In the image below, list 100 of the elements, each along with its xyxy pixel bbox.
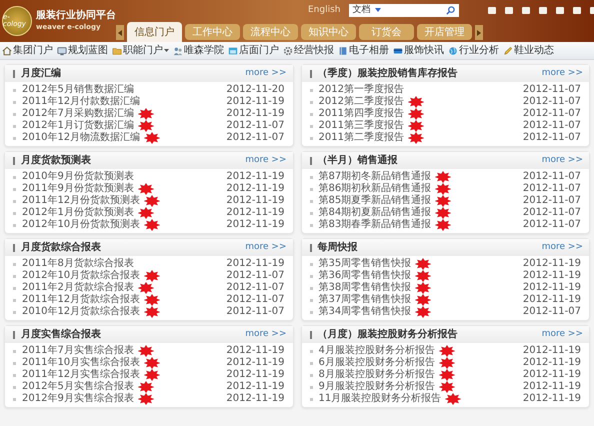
- item-link[interactable]: 2012第二季度报告: [318, 97, 404, 107]
- item-date: 2012-11-19: [226, 97, 284, 107]
- item-link[interactable]: 2011年12月货款综合报表: [22, 295, 140, 305]
- item-link[interactable]: 4月服装控股财务分析报告: [318, 346, 435, 356]
- panel-title: （季度）服装控股销售库存报告: [318, 68, 458, 78]
- item-link[interactable]: 第34周零售销售快报: [318, 307, 412, 317]
- item-link[interactable]: 2012年5月实售综合报表: [22, 382, 134, 392]
- item-link[interactable]: 8月服装控股财务分析报告: [318, 370, 435, 380]
- item-link[interactable]: 2011年12月付款数据汇编: [22, 97, 140, 107]
- item-link[interactable]: 第37周零售销售快报: [318, 295, 412, 305]
- item-link[interactable]: 2010年12月货款综合报表: [22, 307, 140, 317]
- item-link[interactable]: 2011第四季度报告: [318, 109, 404, 119]
- item-link[interactable]: 2011第二季度报告: [318, 133, 404, 143]
- bullet-icon: [13, 212, 16, 214]
- item-link[interactable]: 6月服装控股财务分析报告: [318, 358, 435, 368]
- item-link[interactable]: 第35周零售销售快报: [318, 259, 412, 269]
- item-link[interactable]: 9月服装控股财务分析报告: [318, 382, 435, 392]
- item-link[interactable]: 11月服装控股财务分析报告: [318, 394, 442, 404]
- portal-link[interactable]: 唯森学院: [184, 46, 224, 56]
- bullet-icon: [310, 188, 312, 190]
- main-tab[interactable]: 信息门户: [127, 22, 182, 42]
- more-link[interactable]: more >>: [542, 330, 583, 339]
- panel-title: 月度货款综合报表: [21, 242, 101, 252]
- scroll-left-button[interactable]: [116, 25, 124, 40]
- portal-link[interactable]: 行业分析: [459, 46, 499, 56]
- more-link[interactable]: more >>: [542, 243, 583, 252]
- more-link[interactable]: more >>: [542, 69, 583, 78]
- item-date: 2012-11-19: [522, 283, 581, 293]
- item-link[interactable]: 第86期初秋新品销售通报: [318, 184, 432, 194]
- bullet-icon: [310, 286, 312, 290]
- portal-link[interactable]: 集团门户: [13, 46, 53, 56]
- item-link[interactable]: 2010年12月物流数据汇编: [22, 133, 140, 143]
- item-date: 2012-11-07: [522, 85, 581, 95]
- portal-link[interactable]: 电子相册: [349, 46, 389, 56]
- new-burst-icon: [415, 258, 432, 270]
- item-link[interactable]: 2011年12月实售综合报表: [22, 370, 140, 380]
- book-icon: [338, 46, 348, 56]
- bullet-icon: [13, 286, 16, 290]
- portal-link[interactable]: 鞋业动态: [514, 46, 554, 56]
- item-link[interactable]: 第84期初夏新品销售通报: [318, 208, 432, 218]
- portal-link[interactable]: 职能门户: [123, 46, 163, 56]
- item-date: 2012-11-19: [226, 394, 284, 404]
- new-burst-icon: [415, 306, 432, 318]
- bullet-icon: [310, 362, 312, 364]
- item-link[interactable]: 2010年9月份货款预测表: [22, 172, 134, 182]
- bullet-icon: [310, 224, 312, 226]
- bullet-icon: [13, 188, 16, 190]
- item-link[interactable]: 2012年1月订货数据汇编: [22, 121, 134, 131]
- more-link[interactable]: more >>: [245, 330, 286, 339]
- new-burst-icon: [138, 381, 154, 393]
- bullet-icon: [13, 350, 16, 352]
- item-link[interactable]: 2012年7月采购数据汇编: [22, 109, 134, 119]
- item-date: 2012-11-07: [522, 184, 581, 194]
- bullet-icon: [13, 362, 16, 364]
- new-burst-icon: [435, 207, 452, 219]
- item-link[interactable]: 第87期初冬新品销售通报: [318, 172, 432, 182]
- new-burst-icon: [138, 120, 154, 132]
- item-link[interactable]: 2011年2月货款综合报表: [22, 283, 134, 293]
- item-link[interactable]: 2012年5月销售数据汇编: [22, 85, 134, 95]
- item-link[interactable]: 第85期夏季新品销售通报: [318, 196, 432, 206]
- more-link[interactable]: more >>: [245, 243, 286, 252]
- item-link[interactable]: 第38周零售销售快报: [318, 283, 412, 293]
- item-link[interactable]: 2012年9月实售综合报表: [22, 394, 134, 404]
- new-burst-icon: [138, 282, 154, 294]
- item-link[interactable]: 2011年7月实售综合报表: [22, 346, 134, 356]
- item-link[interactable]: 2012年10月货款综合报表: [22, 271, 140, 281]
- new-burst-icon: [144, 294, 160, 306]
- item-link[interactable]: 2012年10月份货款预测表: [22, 220, 140, 230]
- bullet-icon: [310, 350, 312, 352]
- item-link[interactable]: 2011年12月份货款预测表: [22, 196, 140, 206]
- more-link[interactable]: more >>: [245, 156, 286, 165]
- new-burst-icon: [435, 183, 452, 195]
- item-link[interactable]: 第36周零售销售快报: [318, 271, 412, 281]
- bullet-icon: [310, 386, 312, 388]
- bullet-icon: [13, 176, 16, 178]
- item-link[interactable]: 2011年8月货款综合报表: [22, 259, 134, 269]
- new-burst-icon: [435, 219, 452, 231]
- scroll-right-button[interactable]: [475, 25, 483, 40]
- item-link[interactable]: 2011第三季度报告: [318, 121, 404, 131]
- item-date: 2012-11-19: [226, 172, 284, 182]
- search-field[interactable]: 文档: [348, 4, 458, 16]
- panel-title: 每周快报: [318, 242, 358, 252]
- portal-link[interactable]: 规划蓝图: [68, 46, 108, 56]
- item-link[interactable]: 2011年9月份货款预测表: [22, 184, 134, 194]
- item-date: 2012-11-07: [522, 121, 581, 131]
- more-link[interactable]: more >>: [542, 156, 583, 165]
- item-link[interactable]: 2012第一季度报告: [318, 85, 404, 95]
- portal-link[interactable]: 服饰快讯: [404, 46, 444, 56]
- new-burst-icon: [144, 195, 160, 207]
- monitor-icon: [57, 46, 67, 56]
- bullet-icon: [310, 88, 312, 92]
- item-date: 2012-11-07: [226, 295, 284, 305]
- more-link[interactable]: more >>: [245, 69, 286, 78]
- folder-icon: [112, 46, 122, 56]
- item-link[interactable]: 第83期春季新品销售通报: [318, 220, 432, 230]
- item-link[interactable]: 2012年1月份货款预测表: [22, 208, 134, 218]
- portal-link[interactable]: 经营快报: [294, 46, 334, 56]
- portal-link[interactable]: 店面门户: [239, 46, 279, 56]
- item-link[interactable]: 2011年10月实售综合报表: [22, 358, 140, 368]
- new-burst-icon: [138, 345, 154, 357]
